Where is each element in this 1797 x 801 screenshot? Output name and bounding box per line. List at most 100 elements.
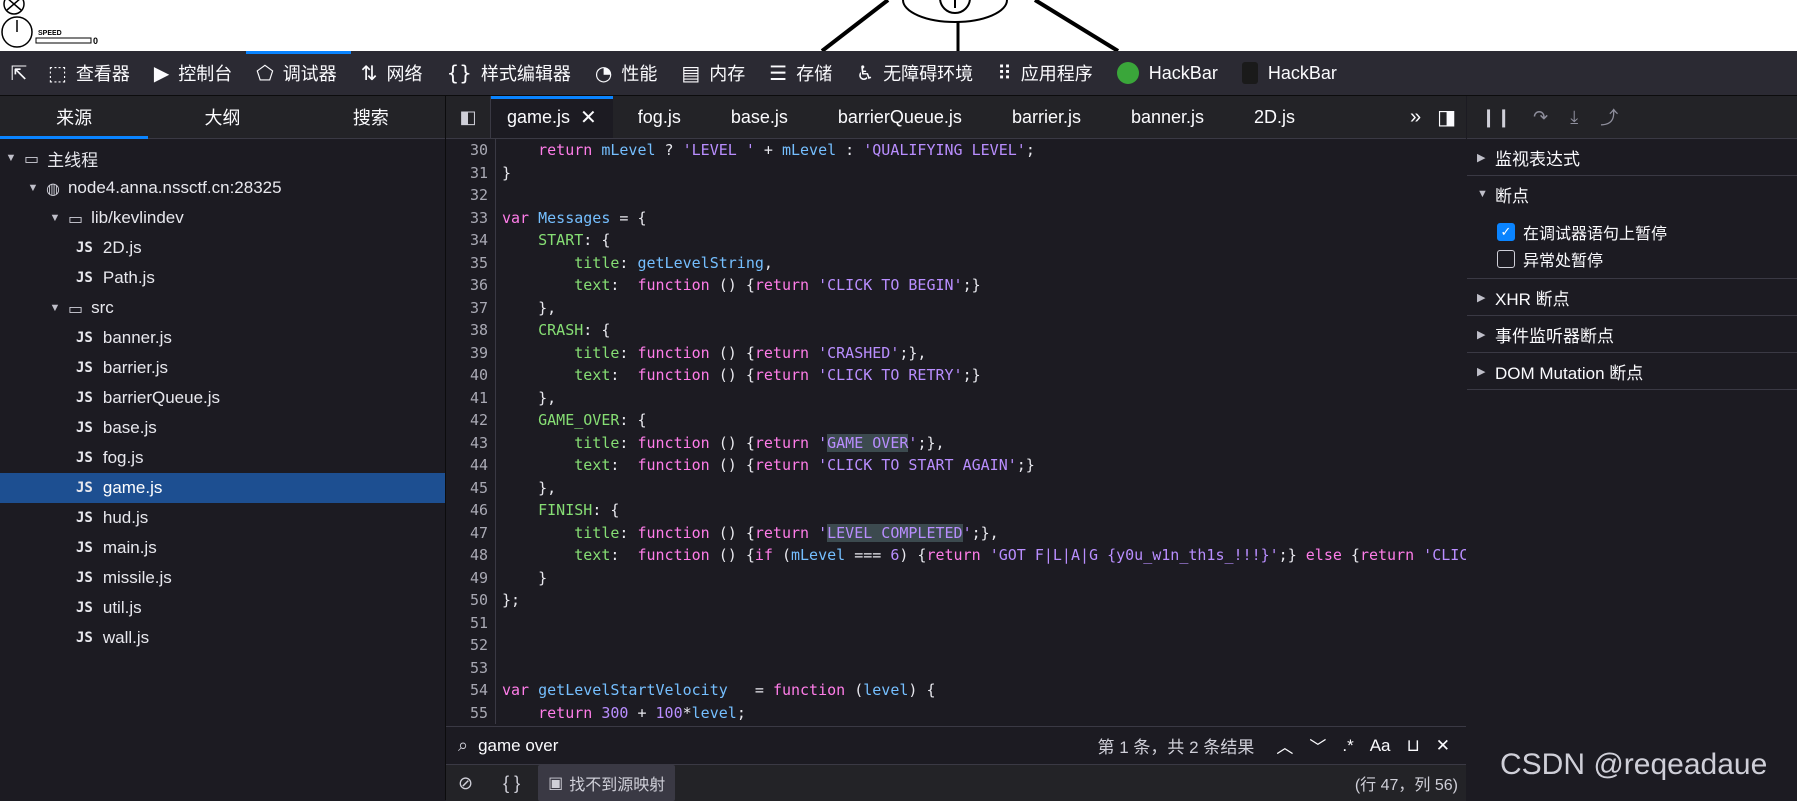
tree-file[interactable]: JS hud.js bbox=[0, 503, 445, 533]
code-line: 35 title: getLevelString, bbox=[446, 251, 1466, 274]
search-result-count: 第 1 条，共 2 条结果 bbox=[1097, 738, 1255, 757]
tree-file[interactable]: JS wall.js bbox=[0, 623, 445, 653]
editor-tab[interactable]: fog.js bbox=[613, 96, 706, 138]
tab-console[interactable]: ▶ 控制台 bbox=[144, 51, 246, 95]
regex-toggle[interactable]: .* bbox=[1342, 736, 1353, 756]
tab-debugger[interactable]: ⬠ 调试器 bbox=[246, 51, 352, 95]
tab-outline[interactable]: 大纲 bbox=[148, 96, 296, 138]
tab-style-editor[interactable]: {} 样式编辑器 bbox=[436, 51, 584, 95]
tree-file[interactable]: JS Path.js bbox=[0, 263, 445, 293]
speed-label: SPEED bbox=[38, 30, 62, 37]
tab-performance[interactable]: ◔ 性能 bbox=[585, 51, 671, 95]
tree-label: 2D.js bbox=[102, 238, 142, 257]
tree-file[interactable]: JS base.js bbox=[0, 413, 445, 443]
dom-mutation-breakpoints-header[interactable]: ▶ DOM Mutation 断点 bbox=[1467, 353, 1797, 390]
tab-network[interactable]: ⇅ 网络 bbox=[351, 51, 437, 95]
tree-file[interactable]: JS banner.js bbox=[0, 323, 445, 353]
editor-footer: ⊘ { } ▣ 找不到源映射 (行 47，列 56) bbox=[446, 764, 1466, 801]
js-file-icon: JS bbox=[76, 330, 93, 346]
tree-folder-lib[interactable]: ▼ ▭ lib/kevlindev bbox=[0, 203, 445, 233]
tab-application[interactable]: ⠿ 应用程序 bbox=[987, 51, 1107, 95]
js-file-icon: JS bbox=[76, 450, 93, 466]
toggle-debugger-icon[interactable]: ◨ bbox=[1437, 105, 1456, 130]
xhr-breakpoints-header[interactable]: ▶ XHR 断点 bbox=[1467, 279, 1797, 316]
tree-file[interactable]: JS barrier.js bbox=[0, 353, 445, 383]
js-file-icon: JS bbox=[76, 420, 93, 436]
editor-tab[interactable]: banner.js bbox=[1106, 96, 1229, 138]
tab-hackbar-1[interactable]: HackBar bbox=[1107, 51, 1232, 95]
checkbox-checked[interactable]: ✓ bbox=[1497, 222, 1515, 241]
tab-label: 样式编辑器 bbox=[480, 64, 571, 84]
tab-memory[interactable]: ▤ 内存 bbox=[671, 51, 759, 95]
code-text: var Messages = { bbox=[502, 208, 647, 227]
watch-expressions-header[interactable]: ▶ 监视表达式 bbox=[1467, 139, 1797, 176]
tab-accessibility[interactable]: ♿ 无障碍环境 bbox=[846, 51, 987, 95]
line-number: 32 bbox=[446, 184, 496, 207]
code-text: START: { bbox=[538, 231, 611, 249]
code-text: text: function () {return 'CLICK TO STAR… bbox=[574, 456, 1035, 474]
chevron-down-icon[interactable]: ﹀ bbox=[1309, 733, 1326, 758]
code-view[interactable]: 30 return mLevel ? 'LEVEL ' + mLevel : '… bbox=[446, 139, 1466, 724]
breakpoints-header[interactable]: ▼ 断点 bbox=[1467, 176, 1797, 212]
case-sensitive-toggle[interactable]: Aa bbox=[1370, 736, 1391, 756]
pause-on-exceptions-option[interactable]: 异常处暂停 bbox=[1467, 245, 1797, 272]
tree-file[interactable]: JS barrierQueue.js bbox=[0, 383, 445, 413]
tree-file[interactable]: JS main.js bbox=[0, 533, 445, 563]
tree-file[interactable]: JS missile.js bbox=[0, 563, 445, 593]
editor-tab[interactable]: base.js bbox=[706, 96, 813, 138]
tab-sources[interactable]: 来源 bbox=[0, 96, 149, 139]
option-label: 在调试器语句上暂停 bbox=[1523, 225, 1668, 243]
tab-label: 性能 bbox=[621, 64, 658, 84]
pause-on-debugger-option[interactable]: ✓ 在调试器语句上暂停 bbox=[1467, 218, 1797, 245]
blackbox-icon[interactable]: ⊘ bbox=[458, 773, 473, 794]
tab-storage[interactable]: ☰ 存储 bbox=[759, 51, 846, 95]
code-text: }, bbox=[502, 388, 557, 407]
code-text: text: function () {return 'CLICK TO BEGI… bbox=[574, 276, 981, 294]
element-picker-icon[interactable]: ⇱ bbox=[0, 51, 38, 95]
chevron-up-icon[interactable]: ︿ bbox=[1276, 733, 1293, 758]
gauge-icon: ◔ bbox=[594, 61, 613, 85]
chevron-right-icon: ▶ bbox=[1477, 291, 1486, 304]
tree-file[interactable]: JS fog.js bbox=[0, 443, 445, 473]
pretty-print-button[interactable]: { } bbox=[503, 773, 520, 794]
event-listener-breakpoints-header[interactable]: ▶ 事件监听器断点 bbox=[1467, 316, 1797, 353]
tree-file[interactable]: JS 2D.js bbox=[0, 233, 445, 263]
tab-hackbar-2[interactable]: HackBar bbox=[1232, 51, 1351, 95]
editor-tab-active[interactable]: game.js ✕ bbox=[491, 96, 613, 138]
editor-tab[interactable]: 2D.js bbox=[1229, 96, 1320, 138]
close-icon[interactable]: ✕ bbox=[580, 105, 597, 130]
step-in-icon[interactable]: ⤓ bbox=[1570, 107, 1578, 128]
chip-icon: ▤ bbox=[681, 61, 701, 85]
step-over-icon[interactable]: ↷ bbox=[1533, 107, 1548, 128]
sources-tabs: 来源 大纲 搜索 bbox=[0, 96, 445, 139]
line-number: 38 bbox=[446, 319, 496, 342]
editor-tab[interactable]: barrier.js bbox=[987, 96, 1106, 138]
toggle-sidebar-icon[interactable]: ◧ bbox=[446, 96, 491, 138]
tree-label: fog.js bbox=[102, 448, 144, 467]
tab-inspector[interactable]: ⬚ 查看器 bbox=[38, 51, 144, 95]
storage-icon: ☰ bbox=[769, 61, 788, 85]
tree-folder-src[interactable]: ▼ ▭ src bbox=[0, 293, 445, 323]
code-line: 42 GAME_OVER: { bbox=[446, 409, 1466, 432]
editor-tab[interactable]: barrierQueue.js bbox=[813, 96, 987, 138]
hackbar-green-icon bbox=[1116, 62, 1139, 84]
step-out-icon[interactable]: ⤴ bbox=[1600, 104, 1618, 130]
pause-icon[interactable]: ❙❙ bbox=[1481, 107, 1511, 128]
whole-word-icon[interactable]: ⊔ bbox=[1406, 736, 1419, 756]
tree-main-thread[interactable]: ▼ ▭ 主线程 bbox=[0, 143, 445, 173]
js-file-icon: JS bbox=[76, 570, 93, 586]
checkbox-unchecked[interactable] bbox=[1497, 249, 1515, 268]
search-input[interactable]: game over bbox=[478, 736, 1097, 756]
tab-label: 应用程序 bbox=[1020, 64, 1093, 84]
code-text: return mLevel ? 'LEVEL ' + mLevel : 'QUA… bbox=[538, 141, 1035, 159]
more-tabs-icon[interactable]: » bbox=[1410, 106, 1421, 129]
tree-host[interactable]: ▼ ◍ node4.anna.nssctf.cn:28325 bbox=[0, 173, 445, 203]
tree-label: missile.js bbox=[102, 568, 172, 587]
tab-search[interactable]: 搜索 bbox=[297, 96, 445, 138]
tree-file[interactable]: JS util.js bbox=[0, 593, 445, 623]
tree-file-selected[interactable]: JS game.js bbox=[0, 473, 445, 503]
close-icon[interactable]: ✕ bbox=[1436, 736, 1450, 756]
source-map-status[interactable]: ▣ 找不到源映射 bbox=[538, 765, 676, 801]
